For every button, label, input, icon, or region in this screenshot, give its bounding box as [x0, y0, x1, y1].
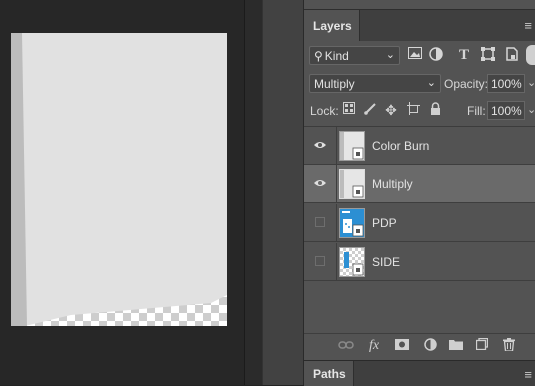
fill-label: Fill:: [467, 104, 486, 118]
fill-input[interactable]: 100%: [487, 101, 525, 120]
visibility-column-divider: [336, 127, 337, 165]
opacity-value: 100%: [491, 76, 522, 91]
fill-value: 100%: [491, 103, 522, 118]
opacity-input[interactable]: 100%: [487, 74, 525, 93]
link-layers-icon[interactable]: [338, 338, 354, 354]
visibility-toggle-off[interactable]: [315, 217, 325, 227]
layer-thumbnail: [339, 208, 365, 238]
type-filter-icon[interactable]: T: [456, 47, 472, 63]
blend-mode-select[interactable]: Multiply ⌄: [309, 74, 441, 93]
visibility-column-divider: [336, 243, 337, 281]
kind-filter-select[interactable]: ⚲ Kind ⌄: [309, 46, 400, 65]
layer-row-pdp[interactable]: PDP: [304, 204, 535, 242]
layer-thumbnail: [339, 169, 365, 199]
canvas-artwork: [11, 33, 227, 326]
new-group-icon[interactable]: [448, 338, 464, 354]
new-layer-icon[interactable]: [474, 337, 490, 354]
fill-chevron-icon[interactable]: ⌄: [527, 103, 535, 116]
layers-tab-bar: Layers ≡: [304, 9, 535, 41]
panel-collapse-strip: [244, 0, 263, 385]
panel-dock-strip: [262, 0, 304, 385]
adjustment-filter-icon[interactable]: [428, 47, 444, 63]
adjustment-layer-icon[interactable]: [422, 338, 438, 354]
chevron-down-icon: ⌄: [426, 77, 436, 89]
paths-tab-bar: Paths ≡: [304, 360, 535, 386]
panel-menu-icon[interactable]: ≡: [524, 18, 532, 33]
document-canvas[interactable]: [11, 33, 227, 326]
kind-filter-label: Kind: [324, 48, 349, 63]
lock-all-icon[interactable]: [427, 102, 443, 118]
layer-thumbnail: [339, 247, 365, 277]
search-icon: ⚲: [314, 48, 323, 63]
layer-name[interactable]: PDP: [372, 216, 397, 230]
eye-icon[interactable]: [313, 177, 327, 189]
canvas-area[interactable]: [0, 0, 244, 385]
smart-object-filter-icon[interactable]: [504, 47, 520, 63]
fx-icon[interactable]: fx: [366, 338, 382, 354]
lock-position-icon[interactable]: ✥: [383, 102, 399, 118]
visibility-column-divider: [336, 204, 337, 242]
panel-menu-icon[interactable]: ≡: [524, 367, 532, 382]
tab-layers[interactable]: Layers: [304, 10, 360, 41]
tab-paths-label: Paths: [313, 366, 346, 381]
add-mask-icon[interactable]: [394, 338, 410, 354]
layer-thumbnail: [339, 131, 365, 161]
fx-label: fx: [368, 338, 380, 353]
visibility-toggle-off[interactable]: [315, 256, 325, 266]
delete-icon[interactable]: [501, 338, 517, 354]
layer-row-color-burn[interactable]: Color Burn: [304, 127, 535, 165]
blend-mode-value: Multiply: [314, 76, 355, 91]
layer-name[interactable]: SIDE: [372, 255, 400, 269]
layer-row-multiply[interactable]: Multiply: [304, 165, 535, 203]
lock-pixels-icon[interactable]: [362, 102, 378, 118]
layer-row-side[interactable]: SIDE: [304, 243, 535, 281]
visibility-column-divider: [336, 165, 337, 203]
opacity-label: Opacity:: [444, 77, 489, 91]
filter-toggle-switch[interactable]: [526, 45, 535, 65]
opacity-chevron-icon[interactable]: ⌄: [527, 76, 535, 89]
chevron-down-icon: ⌄: [385, 49, 395, 61]
lock-transparent-icon[interactable]: [341, 102, 357, 118]
shape-filter-icon[interactable]: [480, 47, 496, 63]
layer-name[interactable]: Multiply: [372, 177, 413, 191]
layer-name[interactable]: Color Burn: [372, 139, 429, 153]
lock-artboard-icon[interactable]: [405, 102, 421, 118]
image-filter-icon[interactable]: [407, 47, 423, 63]
lock-label: Lock:: [310, 104, 339, 118]
tab-paths[interactable]: Paths: [304, 361, 354, 386]
layers-panel: Layers ≡ ⚲ Kind ⌄ T Multiply ⌄ Opacity: …: [303, 0, 535, 386]
layers-bottom-toolbar: fx: [304, 333, 535, 358]
tab-layers-label: Layers: [313, 18, 352, 33]
eye-icon[interactable]: [313, 139, 327, 151]
